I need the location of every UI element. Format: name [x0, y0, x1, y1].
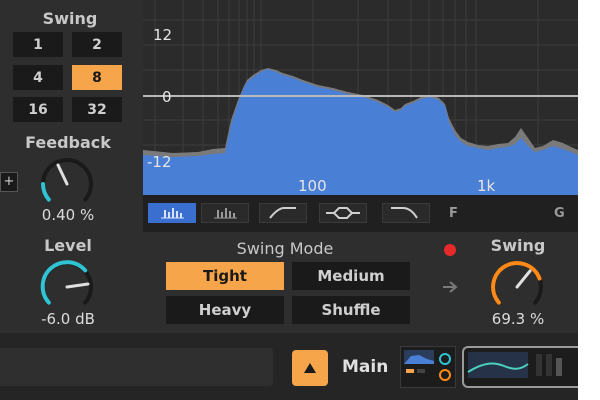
highcut-icon — [391, 207, 418, 219]
db-label-12: 12 — [153, 26, 173, 44]
bars-icon — [214, 208, 237, 219]
freq-label-100: 100 — [298, 177, 327, 195]
mode-tight-button[interactable]: Tight — [166, 262, 284, 290]
filter-label-f: F — [449, 206, 458, 221]
lowcut-filter-button[interactable] — [259, 203, 307, 223]
arrow-right-icon — [443, 281, 458, 293]
level-knob[interactable] — [39, 258, 95, 310]
freq-label-1k: 1k — [477, 177, 496, 195]
level-label: Level — [44, 236, 92, 255]
feedback-value: 0.40 % — [41, 206, 95, 224]
bandpass-filter-button[interactable] — [319, 203, 367, 223]
mode-shuffle-button[interactable]: Shuffle — [292, 296, 410, 324]
triangle-up-icon — [304, 363, 316, 373]
spectrum-display[interactable] — [143, 0, 578, 195]
db-label-minus-12: -12 — [147, 153, 172, 171]
chain-toggle-button[interactable] — [292, 350, 328, 386]
swing-knob[interactable] — [489, 258, 545, 310]
chain-label: Main — [342, 357, 389, 377]
swing-title: Swing — [42, 9, 98, 28]
filter-view-log-button[interactable] — [201, 203, 249, 223]
swing-button-1[interactable]: 1 — [13, 32, 63, 57]
swing-button-16[interactable]: 16 — [13, 97, 63, 122]
bars-icon — [161, 208, 184, 219]
thumbnail-preview-icon — [404, 350, 451, 381]
mode-heavy-button[interactable]: Heavy — [166, 296, 284, 324]
device-panel: Swing 1 2 4 8 16 32 Feedback + 0.40 % Le… — [0, 0, 578, 333]
highcut-filter-button[interactable] — [382, 203, 430, 223]
mode-medium-button[interactable]: Medium — [292, 262, 410, 290]
swing-button-4[interactable]: 4 — [13, 65, 63, 90]
thumbnail-eq-icon — [467, 352, 562, 378]
swing-button-32[interactable]: 32 — [72, 97, 122, 122]
device-thumbnail[interactable] — [400, 346, 456, 388]
record-dot-icon[interactable] — [444, 244, 456, 256]
filter-label-g: G — [554, 206, 565, 221]
level-value: -6.0 dB — [41, 310, 95, 328]
swing-knob-value: 69.3 % — [491, 310, 545, 328]
db-label-0: 0 — [162, 88, 172, 106]
swing-mode-title: Swing Mode — [236, 239, 334, 258]
bandpass-icon — [326, 207, 360, 219]
swing-knob-label: Swing — [490, 236, 546, 255]
lowcut-icon — [269, 207, 296, 219]
plus-button[interactable]: + — [0, 172, 18, 192]
filter-view-linear-button[interactable] — [148, 203, 196, 223]
swing-button-2[interactable]: 2 — [72, 32, 122, 57]
feedback-knob[interactable] — [39, 155, 95, 207]
bottom-bar: Main — [0, 333, 578, 400]
chain-name-field[interactable] — [0, 348, 273, 386]
feedback-label: Feedback — [25, 133, 111, 152]
swing-button-8[interactable]: 8 — [72, 65, 122, 90]
device-thumbnail-selected[interactable] — [462, 346, 578, 388]
